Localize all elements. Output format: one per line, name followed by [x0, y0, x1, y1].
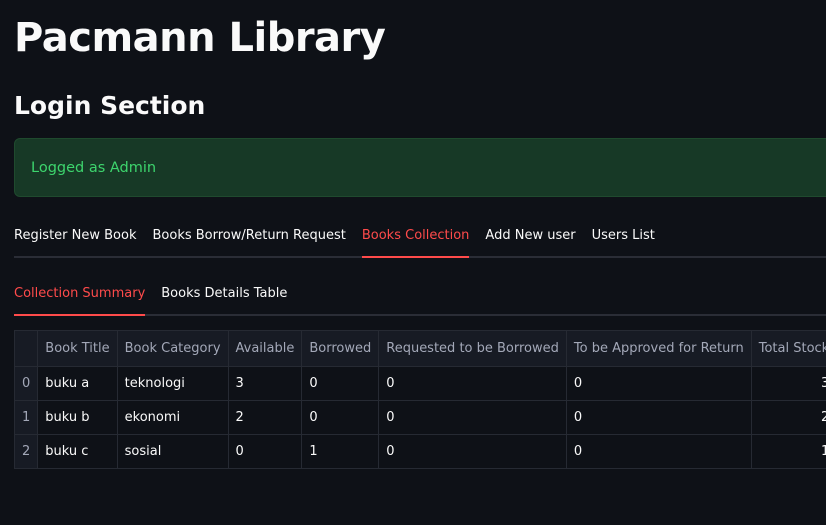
row-index-cell[interactable]: 2: [13, 434, 39, 469]
tab-register-new-book[interactable]: Register New Book: [14, 214, 137, 256]
requested-to-be-borrowed-cell[interactable]: 0: [378, 400, 567, 435]
column-header-available[interactable]: Available: [227, 330, 303, 367]
available-cell[interactable]: 2: [227, 400, 303, 435]
total-stock-cell[interactable]: 3: [750, 366, 826, 401]
column-header-to-be-approved-for-return[interactable]: To be Approved for Return: [565, 330, 752, 367]
tab-add-new-user[interactable]: Add New user: [485, 214, 575, 256]
app-page: Pacmann Library Login Section Logged as …: [0, 0, 826, 525]
to-be-approved-for-return-cell[interactable]: 0: [565, 366, 752, 401]
borrowed-cell[interactable]: 0: [301, 400, 380, 435]
main-tab-bar: Register New Book Books Borrow/Return Re…: [14, 214, 826, 258]
total-stock-cell[interactable]: 2: [750, 400, 826, 435]
borrowed-cell[interactable]: 0: [301, 366, 380, 401]
table-row: 1 buku b ekonomi 2 0 0 0 2: [13, 400, 826, 435]
table-header-row: Book Title Book Category Available Borro…: [13, 330, 826, 367]
table-row: 0 buku a teknologi 3 0 0 0 3: [13, 366, 826, 401]
tab-books-details-table[interactable]: Books Details Table: [161, 272, 287, 314]
book-category-cell[interactable]: ekonomi: [116, 400, 229, 435]
table-row: 2 buku c sosial 0 1 0 0 1: [13, 434, 826, 469]
available-cell[interactable]: 3: [227, 366, 303, 401]
alert-text: Logged as Admin: [31, 159, 157, 176]
to-be-approved-for-return-cell[interactable]: 0: [565, 434, 752, 469]
total-stock-cell[interactable]: 1: [750, 434, 826, 469]
requested-to-be-borrowed-cell[interactable]: 0: [378, 434, 567, 469]
column-header-requested-to-be-borrowed[interactable]: Requested to be Borrowed: [378, 330, 567, 367]
app-title: Pacmann Library: [14, 15, 386, 61]
section-title: Login Section: [14, 91, 206, 120]
column-header-book-category[interactable]: Book Category: [116, 330, 229, 367]
available-cell[interactable]: 0: [227, 434, 303, 469]
column-header-book-title[interactable]: Book Title: [37, 330, 118, 367]
requested-to-be-borrowed-cell[interactable]: 0: [378, 366, 567, 401]
success-alert: Logged as Admin: [14, 138, 826, 197]
column-header-total-stock[interactable]: Total Stock: [750, 330, 826, 367]
tab-books-borrow-return-request[interactable]: Books Borrow/Return Request: [153, 214, 346, 256]
tab-books-collection[interactable]: Books Collection: [361, 214, 469, 258]
book-category-cell[interactable]: sosial: [116, 434, 229, 469]
tab-users-list[interactable]: Users List: [592, 214, 655, 256]
row-index-cell[interactable]: 0: [13, 366, 39, 401]
column-header-index[interactable]: [13, 330, 39, 367]
row-index-cell[interactable]: 1: [13, 400, 39, 435]
sub-tab-bar: Collection Summary Books Details Table: [14, 272, 826, 316]
book-title-cell[interactable]: buku a: [37, 366, 118, 401]
collection-summary-table[interactable]: Book Title Book Category Available Borro…: [13, 330, 826, 469]
to-be-approved-for-return-cell[interactable]: 0: [565, 400, 752, 435]
column-header-borrowed[interactable]: Borrowed: [301, 330, 380, 367]
tab-collection-summary[interactable]: Collection Summary: [14, 272, 146, 316]
book-category-cell[interactable]: teknologi: [116, 366, 229, 401]
book-title-cell[interactable]: buku c: [37, 434, 118, 469]
book-title-cell[interactable]: buku b: [37, 400, 118, 435]
borrowed-cell[interactable]: 1: [301, 434, 380, 469]
